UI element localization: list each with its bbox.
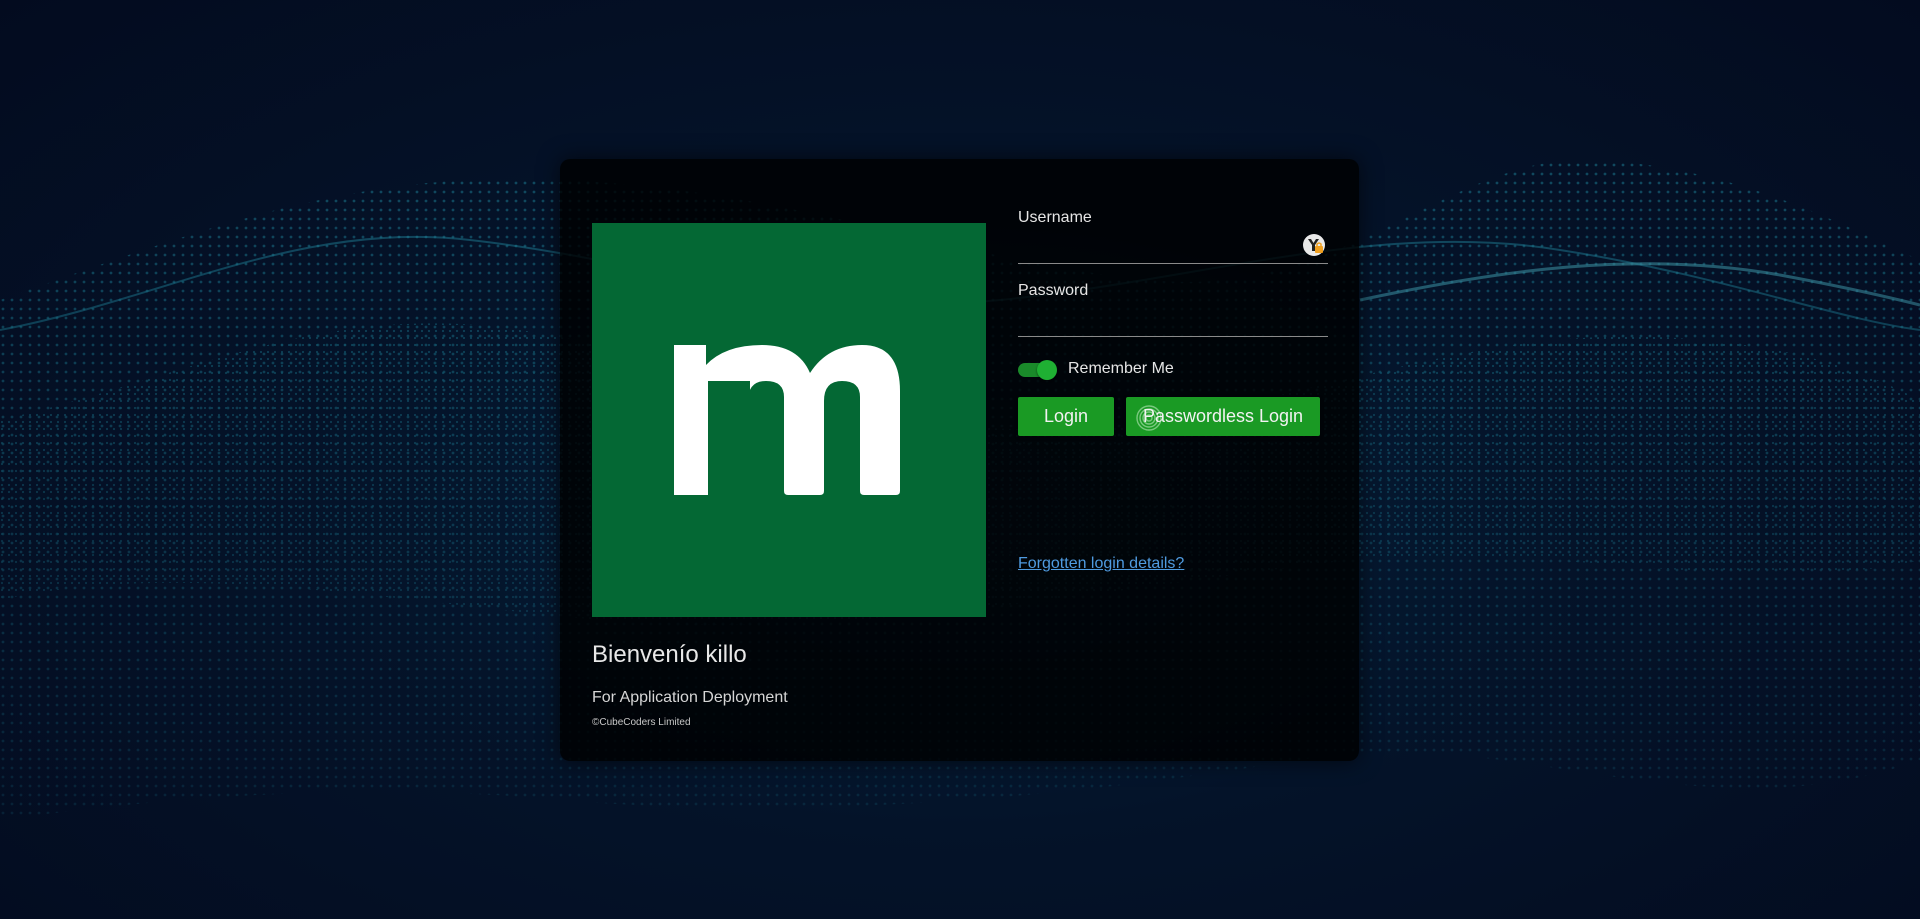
forgot-login-link[interactable]: Forgotten login details? (1018, 555, 1184, 573)
welcome-title: Bienvenío killo (592, 641, 747, 668)
passwordless-login-button[interactable]: Passwordless Login (1126, 397, 1320, 436)
passwordless-login-label: Passwordless Login (1142, 406, 1304, 426)
login-button[interactable]: Login (1018, 397, 1114, 436)
password-label: Password (1018, 282, 1089, 299)
password-group: Password (1018, 282, 1328, 337)
brand-logo (592, 223, 986, 617)
remember-me-label[interactable]: Remember Me (1068, 360, 1174, 378)
copyright-text: ©CubeCoders Limited (592, 717, 691, 728)
username-field-wrapper (1018, 233, 1328, 264)
password-manager-icon[interactable] (1302, 233, 1326, 257)
username-label: Username (1018, 209, 1092, 226)
password-input[interactable] (1018, 306, 1328, 334)
password-field-wrapper (1018, 306, 1328, 337)
remember-me-row: Remember Me (1018, 357, 1328, 381)
login-buttons: Login Passwordless Login (1018, 397, 1328, 436)
toggle-knob (1037, 360, 1057, 380)
login-card: Bienvenío killo For Application Deployme… (560, 159, 1359, 761)
remember-me-toggle[interactable] (1018, 359, 1058, 380)
login-form: Username Password Remember Me Login Pass… (1018, 209, 1328, 436)
username-input[interactable] (1018, 233, 1328, 261)
username-group: Username (1018, 209, 1328, 264)
m-logo-icon (674, 345, 900, 495)
welcome-subtitle: For Application Deployment (592, 689, 788, 706)
